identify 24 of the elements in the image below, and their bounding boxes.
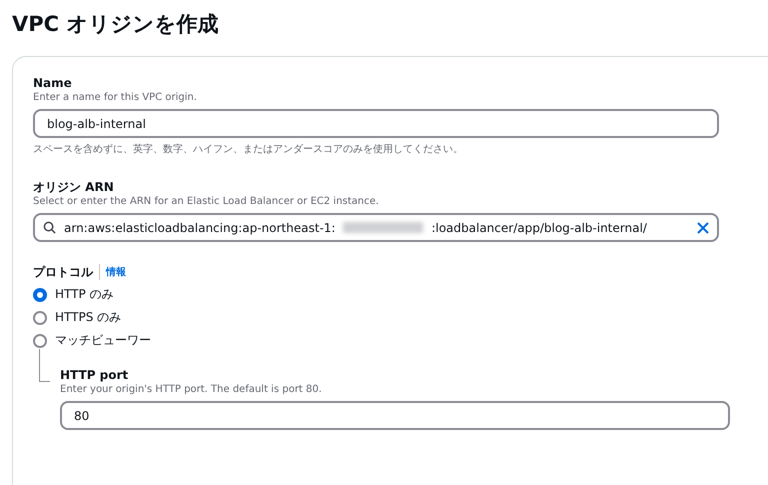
arn-search-field[interactable]: arn:aws:elasticloadbalancing:ap-northeast-1: :loadbalancer/app/blog-alb-internal/ xyxy=(33,213,719,242)
field-description: Enter your origin's HTTP port. The default is port 80. xyxy=(60,383,323,397)
field-description: Enter a name for this VPC origin. xyxy=(33,91,198,105)
field-label: Name xyxy=(33,75,73,91)
radio-button[interactable] xyxy=(33,334,47,348)
port-input[interactable]: 80 xyxy=(60,401,730,430)
tree-connector xyxy=(39,349,50,382)
name-input[interactable]: blog-alb-internal xyxy=(33,109,719,138)
constraint-text: スペースを含めずに、英字、数字、ハイフン、またはアンダースコアのみを使用してください。 xyxy=(33,143,464,157)
field-label: HTTP port xyxy=(60,367,130,383)
search-icon xyxy=(43,221,56,234)
info-link[interactable]: 情報 xyxy=(106,265,126,279)
radio-label: HTTPS のみ xyxy=(55,309,122,326)
page-title: VPC オリジンを作成 xyxy=(12,11,220,38)
radio-button[interactable] xyxy=(33,310,47,324)
field-description: Select or enter the ARN for an Elastic Load Balancer or EC2 instance. xyxy=(33,195,380,209)
radio-button[interactable] xyxy=(33,288,47,302)
arn-value: :loadbalancer/app/blog-alb-internal/ xyxy=(431,220,647,234)
field-label: オリジン ARN xyxy=(33,179,115,195)
radio-label: HTTP のみ xyxy=(55,286,114,303)
radio-label: マッチビューワー xyxy=(55,332,151,349)
field-label: プロトコル xyxy=(33,264,93,280)
arn-value: arn:aws:elasticloadbalancing:ap-northeast-1: xyxy=(64,220,336,234)
close-icon[interactable] xyxy=(697,222,709,234)
